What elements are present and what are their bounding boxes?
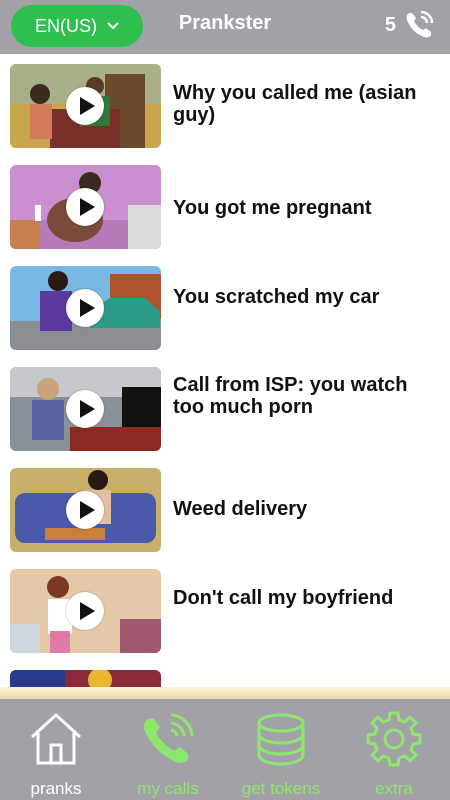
play-icon — [79, 602, 95, 620]
phone-calling-icon — [406, 10, 434, 38]
prank-thumbnail[interactable] — [10, 468, 161, 552]
prank-thumbnail[interactable] — [10, 670, 161, 687]
nav-my-calls-label: my calls — [137, 779, 199, 798]
prank-title[interactable]: You scratched my car — [173, 286, 438, 308]
prank-thumbnail[interactable] — [10, 64, 161, 148]
play-icon — [79, 97, 95, 115]
app-title: Prankster — [178, 12, 272, 34]
nav-get-tokens-label: get tokens — [241, 779, 321, 798]
prank-title[interactable]: Call from ISP: you watch too much porn — [173, 374, 438, 418]
play-icon — [79, 198, 95, 216]
prank-list[interactable]: Why you called me (asian guy) You got me… — [0, 54, 450, 687]
play-button[interactable] — [66, 289, 104, 327]
play-button[interactable] — [66, 390, 104, 428]
prank-item[interactable]: Call from ISP: you watch too much porn — [0, 359, 450, 451]
nav-pranks-label: pranks — [30, 779, 82, 798]
chevron-down-icon — [107, 22, 119, 30]
gear-icon — [366, 711, 422, 767]
prank-title[interactable]: Don't call my boyfriend — [173, 587, 438, 609]
token-count: 5 — [384, 13, 396, 36]
flag-scene-image — [10, 670, 161, 687]
prank-item[interactable]: Why you called me (asian guy) — [0, 56, 450, 148]
call-tokens-counter[interactable]: 5 — [385, 8, 436, 42]
prank-item[interactable]: Don't call my boyfriend — [0, 561, 450, 653]
home-icon — [30, 713, 82, 765]
language-label: EN(US) — [35, 15, 97, 36]
top-bar: EN(US) Prankster 5 — [0, 0, 450, 54]
play-button[interactable] — [66, 491, 104, 529]
prank-thumbnail[interactable] — [10, 165, 161, 249]
play-button[interactable] — [66, 592, 104, 630]
prank-item[interactable]: You scratched my car — [0, 258, 450, 350]
prank-title[interactable]: Why you called me (asian guy) — [173, 82, 438, 126]
bottom-navigation: pranks my calls get tokens extra — [0, 699, 450, 800]
prank-thumbnail[interactable] — [10, 266, 161, 350]
nav-extra-label: extra — [375, 779, 413, 798]
nav-divider — [0, 687, 450, 699]
prank-title[interactable]: You got me pregnant — [173, 197, 438, 219]
prank-item[interactable]: Weed delivery — [0, 460, 450, 552]
prank-thumbnail[interactable] — [10, 367, 161, 451]
coins-icon — [257, 713, 305, 766]
play-button[interactable] — [66, 188, 104, 226]
prank-item[interactable] — [0, 662, 450, 687]
nav-pranks[interactable]: pranks — [0, 699, 112, 800]
play-button[interactable] — [66, 87, 104, 125]
nav-get-tokens[interactable]: get tokens — [225, 699, 337, 800]
phone-calling-icon — [144, 713, 194, 763]
language-selector[interactable]: EN(US) — [11, 5, 143, 47]
play-icon — [79, 501, 95, 519]
play-icon — [79, 299, 95, 317]
prank-thumbnail[interactable] — [10, 569, 161, 653]
prank-item[interactable]: You got me pregnant — [0, 157, 450, 249]
play-icon — [79, 400, 95, 418]
nav-extra[interactable]: extra — [338, 699, 450, 800]
prank-title[interactable]: Weed delivery — [173, 498, 438, 520]
nav-my-calls[interactable]: my calls — [112, 699, 224, 800]
